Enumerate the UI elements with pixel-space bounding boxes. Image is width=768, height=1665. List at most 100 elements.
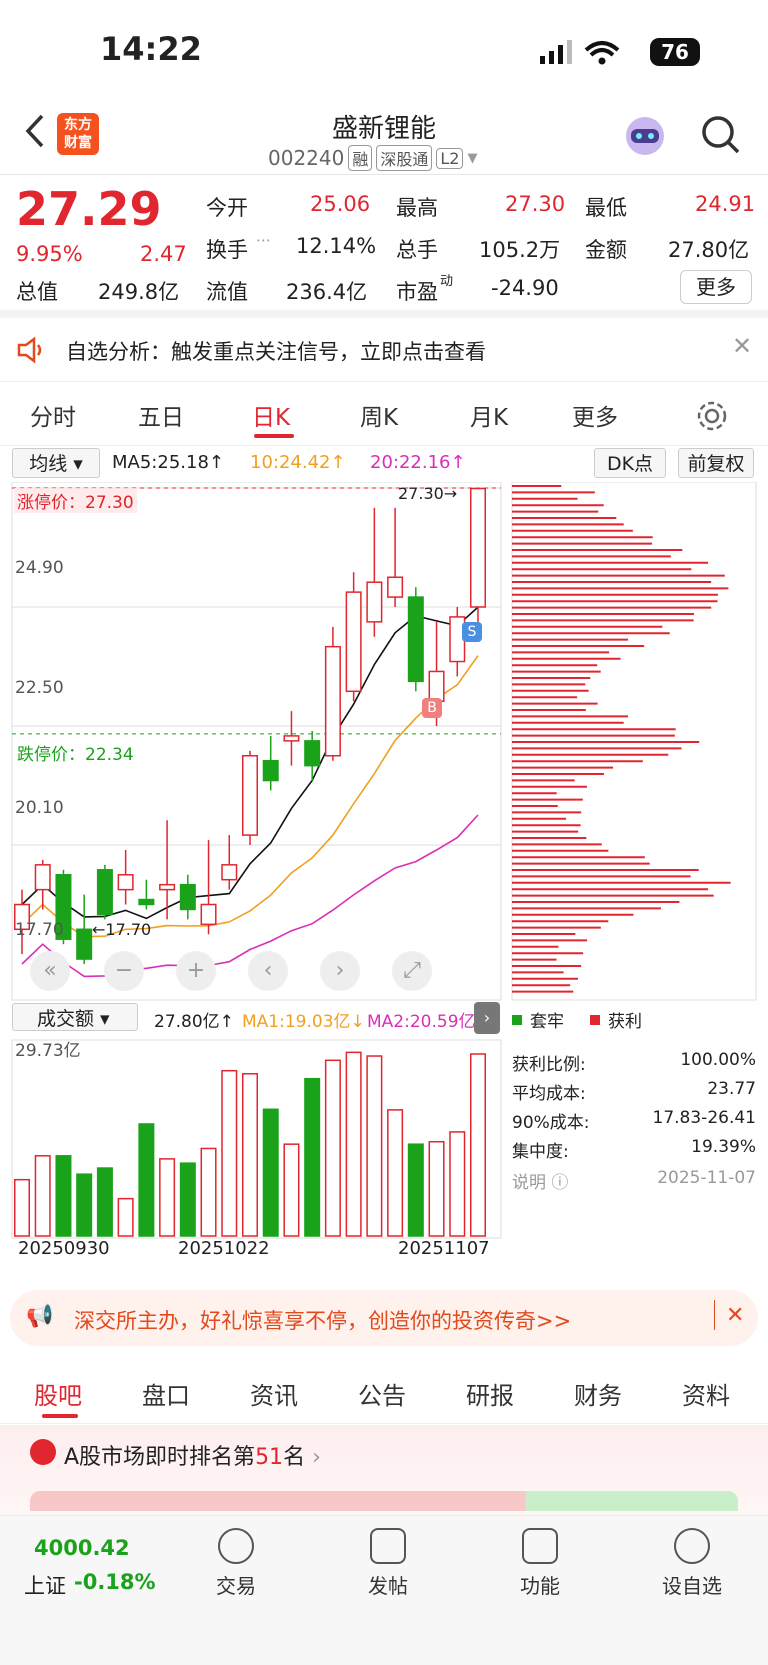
candle bbox=[262, 759, 279, 782]
volume-bar bbox=[469, 1053, 487, 1237]
chip-key: 平均成本: bbox=[512, 1084, 586, 1104]
grid-icon bbox=[522, 1528, 558, 1564]
rank-pre: A股市场即时排名第 bbox=[64, 1445, 256, 1470]
analysis-banner[interactable]: 自选分析：触发重点关注信号，立即点击查看 ✕ bbox=[0, 318, 768, 382]
tab-underline bbox=[254, 434, 294, 438]
settings-gear-icon[interactable] bbox=[696, 400, 728, 432]
vol-current: 27.80亿↑ bbox=[154, 1012, 234, 1032]
candle bbox=[241, 755, 259, 836]
fullscreen-icon[interactable]: ⤢ bbox=[392, 951, 432, 991]
candle bbox=[138, 898, 155, 906]
chip-value: 23.77 bbox=[707, 1079, 756, 1099]
tab-forum[interactable]: 股吧 bbox=[34, 1376, 82, 1411]
volume-bar bbox=[283, 1143, 300, 1237]
high-label: 最高 bbox=[396, 196, 438, 220]
prev-icon[interactable]: ‹ bbox=[248, 951, 288, 991]
rank-post: 名 bbox=[283, 1445, 306, 1470]
banner-text: 自选分析：触发重点关注信号，立即点击查看 bbox=[66, 340, 486, 364]
stock-code-row: 002240 融 深股通 L2 ▼ bbox=[268, 145, 477, 171]
low-label: 最低 bbox=[585, 196, 627, 220]
volume-bar bbox=[34, 1155, 51, 1237]
candle bbox=[428, 670, 445, 702]
adjust-button[interactable]: 前复权 bbox=[678, 448, 754, 478]
rewind-icon[interactable]: « bbox=[30, 951, 70, 991]
chart-area: 均线 ▾ MA5:25.18↑ 10:24.42↑ 20:22.16↑ DK点 … bbox=[0, 446, 768, 1276]
speaker-icon bbox=[17, 336, 42, 364]
volume-select[interactable]: 成交额 ▾ bbox=[12, 1003, 138, 1031]
ma20-text: 20:22.16↑ bbox=[370, 452, 466, 473]
buy-signal[interactable]: B bbox=[422, 698, 442, 718]
index-value[interactable]: 4000.42 bbox=[34, 1536, 130, 1560]
nav-trade[interactable]: 交易 bbox=[176, 1528, 296, 1599]
nav-post[interactable]: 发帖 bbox=[328, 1528, 448, 1599]
tab-profile[interactable]: 资料 bbox=[682, 1376, 730, 1411]
megaphone-icon: 📢 bbox=[26, 1304, 54, 1329]
candle bbox=[366, 581, 383, 623]
zoom-in-icon[interactable]: + bbox=[176, 951, 216, 991]
close-icon[interactable]: ✕ bbox=[732, 332, 752, 360]
promo-close-icon[interactable]: ✕ bbox=[726, 1303, 744, 1328]
volume-bar bbox=[449, 1131, 466, 1237]
tab-research[interactable]: 研报 bbox=[466, 1376, 514, 1411]
chip-key: 获利比例: bbox=[512, 1055, 586, 1075]
candle bbox=[34, 864, 51, 891]
expand-arrow-icon[interactable]: › bbox=[474, 1002, 500, 1034]
candle bbox=[117, 874, 134, 891]
chevron-down-icon[interactable]: ▼ bbox=[467, 151, 477, 166]
next-icon[interactable]: › bbox=[320, 951, 360, 991]
tab-daily[interactable]: 日K bbox=[252, 398, 290, 432]
nav-functions[interactable]: 功能 bbox=[480, 1528, 600, 1599]
limit-up-label: 涨停价：27.30 bbox=[14, 488, 137, 513]
ma-select[interactable]: 均线 ▾ bbox=[12, 448, 100, 478]
pe-sup: 动 bbox=[440, 274, 454, 289]
volume-bar bbox=[200, 1147, 217, 1237]
more-button[interactable]: 更多 bbox=[680, 270, 752, 304]
rank-card[interactable]: A股市场即时排名第51名 › bbox=[0, 1425, 768, 1515]
candle bbox=[200, 903, 217, 926]
candle bbox=[345, 591, 362, 693]
tab-weekly[interactable]: 周K bbox=[360, 398, 398, 432]
nav-watchlist-label: 设自选 bbox=[662, 1574, 722, 1598]
vol-ma1: MA1:19.03亿↓ bbox=[242, 1012, 365, 1032]
robot-assistant-icon[interactable] bbox=[622, 114, 668, 158]
nav-watchlist[interactable]: 设自选 bbox=[632, 1528, 752, 1599]
date-end: 20251107 bbox=[398, 1238, 490, 1259]
promo-text: 深交所主办，好礼惊喜享不停，创造你的投资传奇>> bbox=[74, 1309, 572, 1333]
sell-signal[interactable]: S bbox=[462, 622, 482, 642]
chip-note-row[interactable]: 说明 ⓘ 2025-11-07 bbox=[512, 1168, 756, 1193]
date-mid: 20251022 bbox=[178, 1238, 270, 1259]
tab-intraday[interactable]: 分时 bbox=[30, 398, 76, 432]
volume-bar bbox=[324, 1059, 341, 1237]
high-marker: 27.30→ bbox=[398, 484, 458, 503]
zoom-out-icon[interactable]: − bbox=[104, 951, 144, 991]
volume-bar bbox=[179, 1162, 196, 1237]
tag-l2: L2 bbox=[436, 147, 464, 169]
y-label-22-50: 22.50 bbox=[15, 678, 64, 698]
rank-text: A股市场即时排名第51名 › bbox=[64, 1439, 321, 1471]
chip-row: 平均成本: 23.77 bbox=[512, 1079, 756, 1104]
tab-news[interactable]: 资讯 bbox=[250, 1376, 298, 1411]
tab-monthly[interactable]: 月K bbox=[470, 398, 508, 432]
chip-key: 90%成本: bbox=[512, 1113, 590, 1133]
volume-bar bbox=[117, 1197, 134, 1237]
stock-code: 002240 bbox=[268, 146, 345, 170]
tab-handicap[interactable]: 盘口 bbox=[142, 1376, 190, 1411]
info-icon[interactable]: ⋯ bbox=[256, 231, 271, 249]
high-value: 27.30 bbox=[505, 192, 566, 216]
tab-more[interactable]: 更多 bbox=[572, 398, 618, 432]
volume-bar bbox=[366, 1055, 383, 1237]
promo-banner[interactable]: 📢 深交所主办，好礼惊喜享不停，创造你的投资传奇>> ✕ bbox=[10, 1290, 758, 1346]
dk-point-button[interactable]: DK点 bbox=[594, 448, 666, 478]
float-label: 流值 bbox=[206, 280, 248, 304]
volume-bar bbox=[138, 1123, 155, 1237]
tab-5day[interactable]: 五日 bbox=[138, 398, 184, 432]
turnover-value: 12.14% bbox=[296, 234, 377, 258]
clock: 14:22 bbox=[100, 30, 202, 68]
chevron-right-icon: › bbox=[312, 1445, 321, 1470]
legend-profit: 获利 bbox=[608, 1012, 642, 1032]
tab-finance[interactable]: 财务 bbox=[574, 1376, 622, 1411]
search-icon[interactable] bbox=[700, 114, 742, 156]
candle bbox=[96, 869, 113, 916]
volume-bar bbox=[428, 1140, 445, 1237]
tab-announce[interactable]: 公告 bbox=[358, 1376, 406, 1411]
